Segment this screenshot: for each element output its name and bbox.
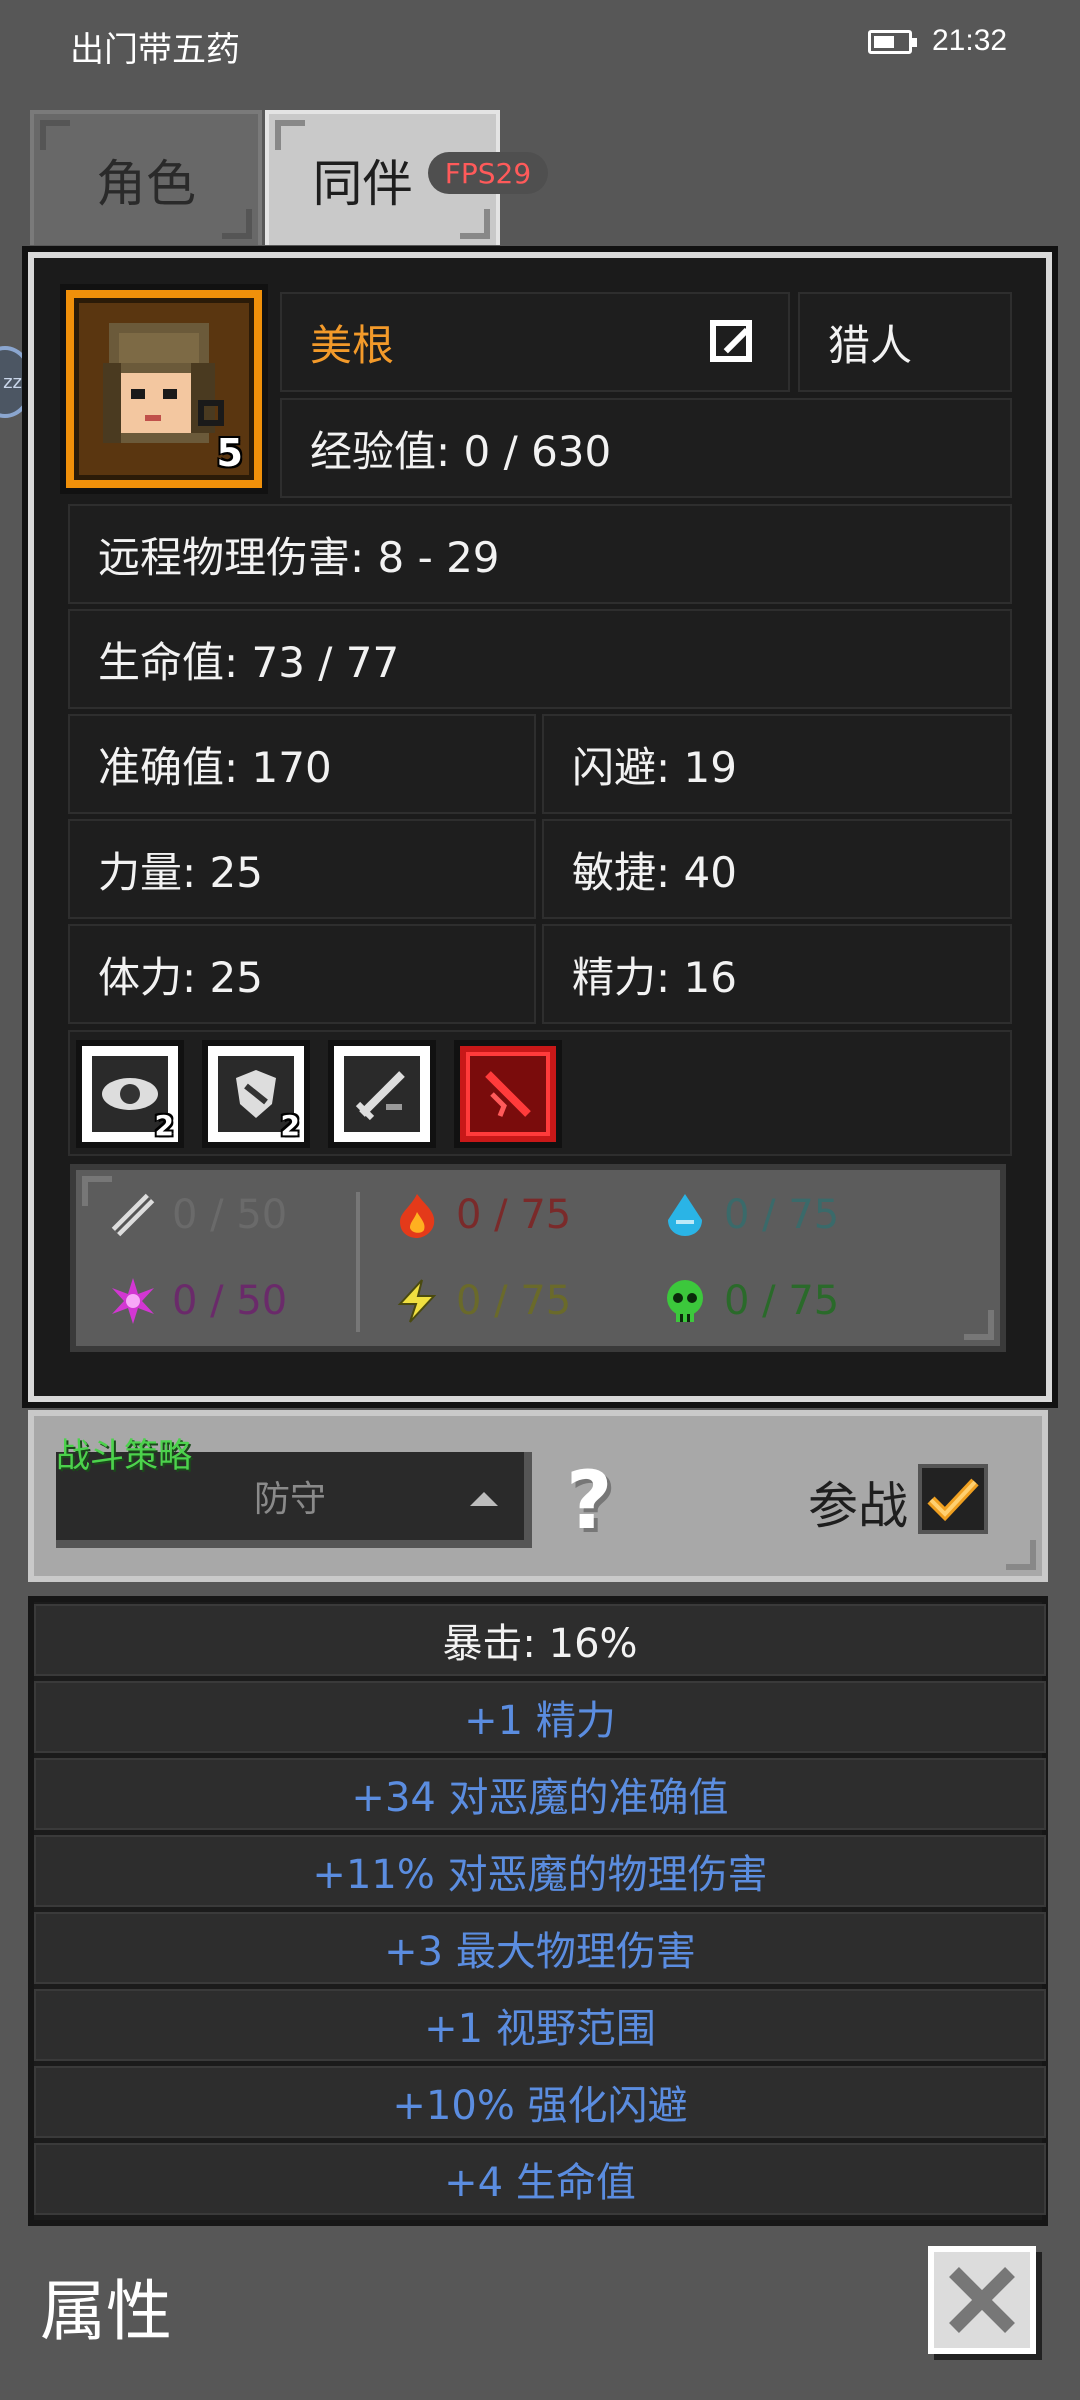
resist-lightning: 0 / 75 bbox=[392, 1276, 571, 1326]
join-battle-checkbox[interactable] bbox=[918, 1464, 988, 1534]
strength-row: 力量: 25 bbox=[68, 819, 536, 919]
resist-divider bbox=[356, 1192, 360, 1332]
ranged-damage-value: 远程物理伤害: 8 - 29 bbox=[98, 532, 500, 582]
fps-badge: FPS29 bbox=[428, 152, 548, 194]
list-item: +10% 强化闪避 bbox=[34, 2066, 1046, 2138]
resist-fire-value: 0 / 75 bbox=[456, 1192, 572, 1238]
close-button[interactable] bbox=[928, 2246, 1036, 2354]
tab-role[interactable]: 角色 bbox=[30, 110, 262, 245]
rename-icon[interactable] bbox=[710, 318, 754, 362]
fire-resist-icon bbox=[392, 1190, 442, 1240]
companion-portrait[interactable]: 5 bbox=[60, 284, 268, 494]
close-icon bbox=[949, 2267, 1015, 2333]
companion-class-label: 猎人 bbox=[828, 320, 913, 370]
strength-value: 力量: 25 bbox=[98, 847, 263, 897]
resist-arcane-value: 0 / 50 bbox=[172, 1278, 288, 1324]
resist-water: 0 / 75 bbox=[660, 1190, 839, 1240]
accuracy-row: 准确值: 170 bbox=[68, 714, 536, 814]
companion-name: 美根 bbox=[310, 320, 395, 370]
energy-row: 精力: 16 bbox=[542, 924, 1012, 1024]
list-item: +1 精力 bbox=[34, 1681, 1046, 1753]
strategy-selected-value: 防守 bbox=[253, 1479, 326, 1520]
skill-slot-2[interactable]: 2 bbox=[202, 1040, 310, 1148]
join-battle-label: 参战 bbox=[808, 1477, 908, 1535]
corner-decoration bbox=[40, 120, 70, 150]
agility-value: 敏捷: 40 bbox=[572, 847, 737, 897]
arcane-resist-icon bbox=[108, 1276, 158, 1326]
ranged-damage-row: 远程物理伤害: 8 - 29 bbox=[68, 504, 1012, 604]
resist-arcane: 0 / 50 bbox=[108, 1276, 287, 1326]
page-title: 属性 bbox=[40, 2273, 172, 2350]
eye-skill-icon bbox=[102, 1078, 158, 1110]
skill-slot-3[interactable] bbox=[328, 1040, 436, 1148]
companion-class: 猎人 bbox=[798, 292, 1012, 392]
status-app-name: 出门带五药 bbox=[70, 30, 240, 70]
resist-lightning-value: 0 / 75 bbox=[456, 1278, 572, 1324]
resist-poison: 0 / 75 bbox=[660, 1276, 839, 1326]
resist-physical: 0 / 50 bbox=[108, 1190, 287, 1240]
sword-skill-icon bbox=[355, 1071, 405, 1121]
resist-physical-value: 0 / 50 bbox=[172, 1192, 288, 1238]
poison-resist-icon bbox=[660, 1276, 710, 1326]
list-item: +11% 对恶魔的物理伤害 bbox=[34, 1835, 1046, 1907]
physical-resist-icon bbox=[108, 1190, 158, 1240]
resist-water-value: 0 / 75 bbox=[724, 1192, 840, 1238]
experience-row: 经验值: 0 / 630 bbox=[280, 398, 1012, 498]
tab-companion-label: 同伴 bbox=[312, 154, 413, 213]
experience-value: 经验值: 0 / 630 bbox=[310, 426, 612, 476]
list-item: +4 生命值 bbox=[34, 2143, 1046, 2215]
caret-up-icon bbox=[470, 1492, 498, 1506]
corner-decoration bbox=[460, 209, 490, 239]
resist-poison-value: 0 / 75 bbox=[724, 1278, 840, 1324]
side-ball-label: zz bbox=[3, 371, 22, 393]
agility-row: 敏捷: 40 bbox=[542, 819, 1012, 919]
help-icon[interactable]: ? bbox=[566, 1461, 626, 1541]
energy-value: 精力: 16 bbox=[572, 952, 737, 1002]
water-resist-icon bbox=[660, 1190, 710, 1240]
status-time: 21:32 bbox=[932, 24, 1008, 57]
strategy-title: 战斗策略 bbox=[56, 1436, 192, 1476]
stamina-value: 体力: 25 bbox=[98, 952, 263, 1002]
stamina-row: 体力: 25 bbox=[68, 924, 536, 1024]
skill-slot-4[interactable] bbox=[454, 1040, 562, 1148]
corner-decoration bbox=[275, 120, 305, 150]
battery-icon bbox=[868, 30, 917, 54]
skill-slot-1[interactable]: 2 bbox=[76, 1040, 184, 1148]
list-item: 暴击: 16% bbox=[34, 1604, 1046, 1676]
avatar: 5 bbox=[74, 298, 254, 480]
list-item: +3 最大物理伤害 bbox=[34, 1912, 1046, 1984]
dodge-row: 闪避: 19 bbox=[542, 714, 1012, 814]
skill-2-count: 2 bbox=[280, 1109, 300, 1142]
hp-row: 生命值: 73 / 77 bbox=[68, 609, 1012, 709]
dodge-value: 闪避: 19 bbox=[572, 742, 737, 792]
resist-fire: 0 / 75 bbox=[392, 1190, 571, 1240]
corner-decoration bbox=[964, 1310, 994, 1340]
list-item: +34 对恶魔的准确值 bbox=[34, 1758, 1046, 1830]
shield-skill-icon bbox=[236, 1070, 276, 1118]
checkmark-icon bbox=[927, 1478, 979, 1522]
companion-level: 5 bbox=[216, 431, 243, 475]
companion-name-field: 美根 bbox=[280, 292, 790, 392]
red-dagger-skill-icon bbox=[485, 1071, 531, 1117]
lightning-resist-icon bbox=[392, 1276, 442, 1326]
corner-decoration bbox=[1006, 1540, 1036, 1570]
skill-1-count: 2 bbox=[154, 1109, 174, 1142]
hp-value: 生命值: 73 / 77 bbox=[98, 637, 400, 687]
list-item: +1 视野范围 bbox=[34, 1989, 1046, 2061]
corner-decoration bbox=[222, 209, 252, 239]
tab-role-label: 角色 bbox=[96, 154, 196, 213]
accuracy-value: 准确值: 170 bbox=[98, 742, 332, 792]
